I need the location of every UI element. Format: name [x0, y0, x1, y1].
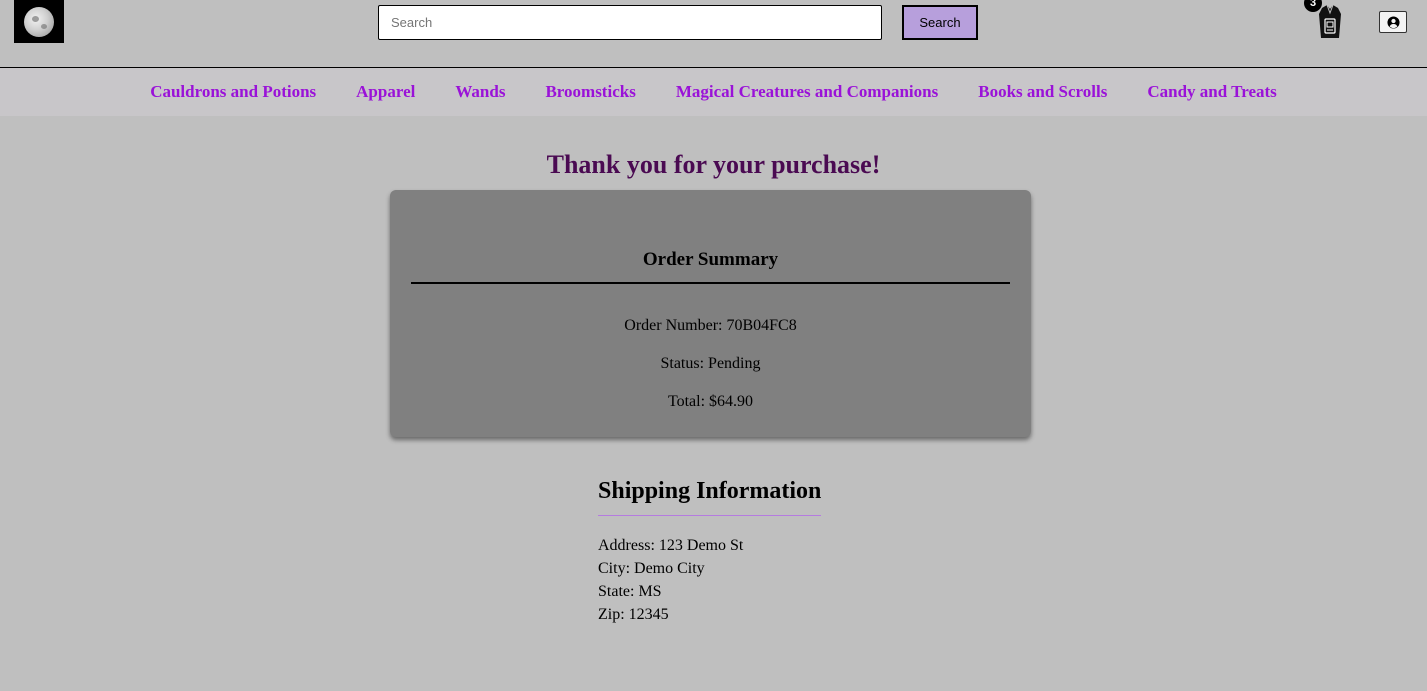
- summary-divider: [411, 282, 1010, 284]
- thank-you-heading: Thank you for your purchase!: [546, 150, 881, 179]
- order-summary-title: Order Summary: [642, 249, 779, 270]
- shipping-state: State: MS: [598, 583, 662, 600]
- shipping-address: Address: 123 Demo St: [598, 537, 744, 554]
- search-button[interactable]: Search: [902, 5, 978, 40]
- moon-logo-icon[interactable]: [14, 0, 64, 43]
- nav-item-apparel[interactable]: Apparel: [356, 82, 415, 102]
- search-input[interactable]: [378, 5, 882, 40]
- user-circle-icon: [1386, 15, 1400, 29]
- nav-item-candy-and-treats[interactable]: Candy and Treats: [1147, 82, 1276, 102]
- shipping-information-section: Shipping Information Address: 123 Demo S…: [598, 478, 822, 626]
- shipping-zip: Zip: 12345: [598, 606, 669, 623]
- site-header: Search 3: [0, 0, 1427, 68]
- main-content: Thank you for your purchase!: [0, 116, 1427, 180]
- shipping-city: City: Demo City: [598, 560, 705, 577]
- nav-item-broomsticks[interactable]: Broomsticks: [545, 82, 635, 102]
- category-nav: Cauldrons and Potions Apparel Wands Broo…: [0, 68, 1427, 116]
- moon-graphic: [24, 6, 54, 37]
- nav-item-books-and-scrolls[interactable]: Books and Scrolls: [978, 82, 1107, 102]
- cloak-cart-icon[interactable]: [1316, 4, 1344, 40]
- account-button[interactable]: [1379, 11, 1407, 33]
- nav-item-wands[interactable]: Wands: [455, 82, 505, 102]
- shipping-information-title: Shipping Information: [598, 478, 822, 516]
- nav-item-cauldrons-and-potions[interactable]: Cauldrons and Potions: [150, 82, 316, 102]
- order-number: Order Number: 70B04FC8: [624, 317, 797, 334]
- cloak-icon: [1319, 4, 1341, 38]
- order-status: Status: Pending: [660, 355, 761, 372]
- order-summary-card: Order Summary Order Number: 70B04FC8 Sta…: [390, 190, 1031, 437]
- nav-item-magical-creatures-and-companions[interactable]: Magical Creatures and Companions: [676, 82, 938, 102]
- shipping-details: Address: 123 Demo St City: Demo City Sta…: [598, 534, 821, 626]
- order-total: Total: $64.90: [667, 393, 754, 410]
